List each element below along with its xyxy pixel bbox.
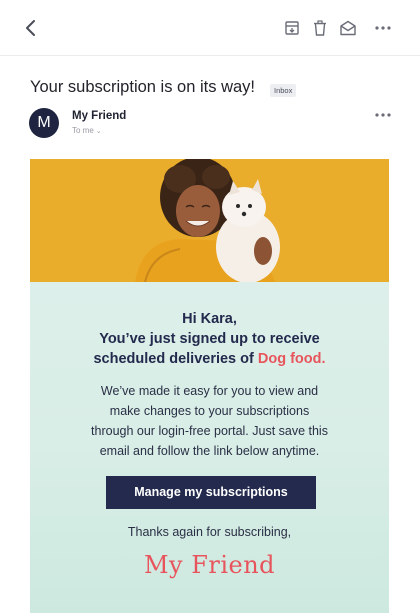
greeting-name-line: Hi Kara, [182,311,237,327]
body-line: through our login-free portal. Just save… [91,424,328,438]
email-body: Hi Kara, You’ve just signed up to receiv… [30,159,389,613]
greeting-signup-line: You’ve just signed up to receive [99,331,320,347]
body-line: email and follow the link below anytime. [99,444,320,458]
mark-read-icon[interactable] [339,20,357,36]
greeting-product-prefix: scheduled deliveries of [93,351,254,367]
hero-image [30,159,389,282]
archive-icon[interactable] [284,20,300,36]
product-highlight: Dog food. [257,351,326,367]
sender-avatar[interactable]: M [29,108,59,138]
greeting-heading: Hi Kara, You’ve just signed up to receiv… [30,309,389,369]
trash-icon[interactable] [313,20,327,36]
back-icon[interactable] [22,18,40,38]
more-icon[interactable] [374,24,392,32]
email-subject: Your subscription is on its way! [30,78,255,96]
recipient-toggle[interactable]: To me ⌄ [72,126,102,135]
thanks-text: Thanks again for subscribing, [127,525,292,539]
greeting-product-line: scheduled deliveries of Dog food. [30,349,389,369]
message-more-icon[interactable] [374,112,392,118]
body-paragraph: We’ve made it easy for you to view and m… [50,381,369,461]
manage-subscriptions-button[interactable]: Manage my subscriptions [106,476,316,509]
signoff-signature: My Friend [143,551,276,579]
recipient-label: To me [72,126,94,135]
body-line: We’ve made it easy for you to view and [100,384,319,398]
sender-name[interactable]: My Friend [72,110,126,122]
inbox-label-badge[interactable]: Inbox [270,84,297,97]
body-line: make changes to your subscriptions [109,404,310,418]
top-toolbar [0,0,420,56]
chevron-down-icon: ⌄ [95,128,102,135]
